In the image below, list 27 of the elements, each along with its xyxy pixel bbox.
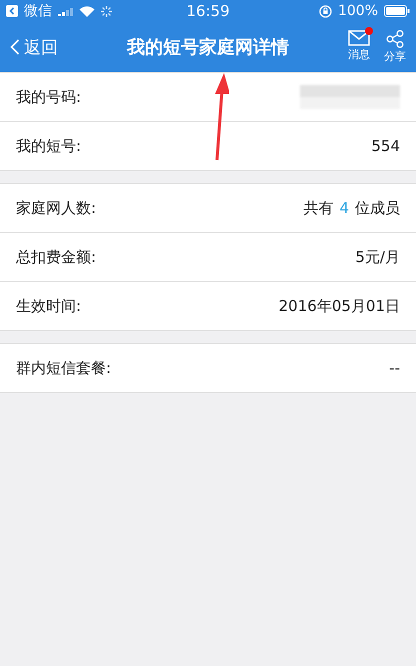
loading-icon	[101, 6, 112, 16]
signal-icon	[58, 6, 73, 16]
row-label: 群内短信套餐:	[16, 358, 112, 378]
row-label: 我的短号:	[16, 136, 82, 156]
rotation-lock-icon	[318, 4, 332, 18]
row-label: 总扣费金额:	[16, 248, 96, 266]
back-button[interactable]: 返回	[10, 36, 100, 58]
mail-icon	[348, 30, 370, 46]
battery-percent: 100%	[338, 3, 378, 19]
wifi-icon	[79, 6, 95, 16]
share-icon	[386, 30, 404, 48]
battery-icon	[384, 5, 410, 17]
row-value: 554	[371, 137, 400, 155]
row-label: 我的号码:	[16, 88, 82, 106]
row-label: 生效时间:	[16, 296, 82, 316]
back-app-label[interactable]: 微信	[24, 2, 52, 20]
row-label: 家庭网人数:	[16, 198, 96, 218]
page-title: 我的短号家庭网详情	[126, 36, 290, 59]
row-value: 5元/月	[355, 248, 400, 266]
row-value: --	[389, 359, 400, 377]
row-value: 2016年05月01日	[278, 296, 400, 316]
row-value: 共有 4 位成员	[303, 198, 400, 218]
chevron-icon	[10, 39, 20, 55]
back-app-icon[interactable]	[6, 5, 18, 17]
status-time: 16:59	[186, 2, 230, 20]
mail-button[interactable]: 消息	[348, 30, 370, 64]
share-button[interactable]: 分享	[384, 30, 406, 64]
